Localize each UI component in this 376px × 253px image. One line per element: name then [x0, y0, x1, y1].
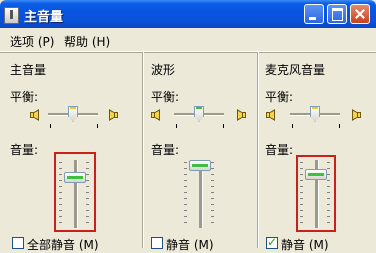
volume-ticks — [300, 162, 303, 228]
volume-slider-thumb[interactable] — [64, 172, 86, 183]
wave-title: 波形 — [151, 63, 176, 77]
mute-all-label[interactable]: 全部静音 (M) — [27, 236, 99, 253]
column-separator — [257, 52, 258, 248]
volume-ticks — [184, 162, 187, 228]
mute-all-checkbox[interactable] — [12, 237, 24, 249]
volume-label: 音量: — [265, 143, 294, 157]
volume-slider-thumb[interactable] — [305, 169, 327, 180]
left-speaker-icon — [266, 108, 278, 122]
window-title: 主音量 — [24, 10, 64, 25]
master-volume-title: 主音量 — [10, 63, 47, 77]
balance-label: 平衡: — [151, 90, 180, 104]
mute-label[interactable]: 静音 (M) — [166, 236, 214, 253]
balance-label: 平衡: — [10, 90, 39, 104]
volume-ticks — [211, 162, 214, 228]
menu-bar: 选项 (P) 帮助 (H) — [0, 29, 376, 52]
left-speaker-icon — [151, 108, 163, 122]
volume-ticks — [327, 162, 330, 228]
menu-help[interactable]: 帮助 (H) — [64, 33, 110, 50]
column-separator — [142, 52, 143, 248]
microphone-volume-title: 麦克风音量 — [265, 63, 326, 77]
volume-slider-thumb[interactable] — [189, 160, 211, 171]
balance-label: 平衡: — [265, 90, 294, 104]
volume-app-icon[interactable] — [4, 7, 19, 24]
right-speaker-icon — [234, 108, 246, 122]
mute-label[interactable]: 静音 (M) — [281, 236, 329, 253]
volume-label: 音量: — [151, 143, 180, 157]
balance-ticks — [292, 124, 340, 128]
balance-slider-thumb[interactable] — [194, 106, 204, 122]
volume-slider-track — [74, 160, 78, 228]
close-icon[interactable] — [350, 4, 370, 24]
volume-label: 音量: — [10, 143, 39, 157]
volume-ticks — [86, 162, 89, 228]
balance-slider-thumb[interactable] — [310, 106, 320, 122]
maximize-icon[interactable] — [327, 4, 347, 24]
mute-checkbox[interactable] — [151, 237, 163, 249]
left-speaker-icon — [30, 108, 42, 122]
minimize-icon[interactable] — [304, 4, 324, 24]
title-bar[interactable]: 主音量 — [0, 0, 376, 28]
balance-ticks — [176, 124, 224, 128]
balance-slider-thumb[interactable] — [68, 106, 78, 122]
right-speaker-icon — [349, 108, 361, 122]
right-speaker-icon — [106, 108, 118, 122]
balance-ticks — [50, 124, 98, 128]
mute-checkbox[interactable] — [266, 235, 278, 249]
volume-ticks — [59, 162, 62, 228]
menu-options[interactable]: 选项 (P) — [10, 33, 54, 50]
